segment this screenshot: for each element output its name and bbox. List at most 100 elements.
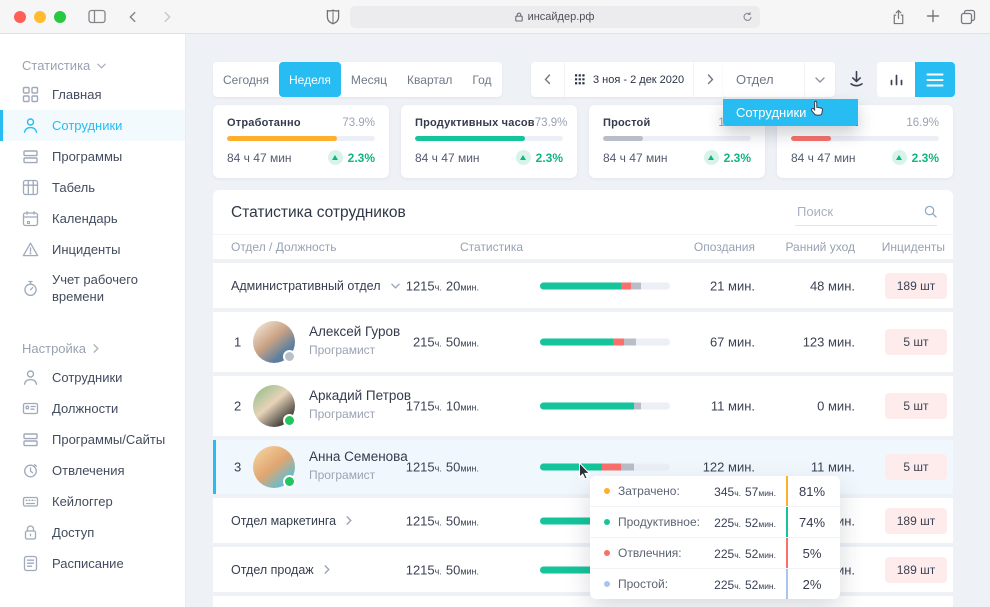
tabs-overview-icon[interactable] xyxy=(960,9,976,25)
sidebar-item-tabel[interactable]: Табель xyxy=(0,172,185,203)
tab-quarter[interactable]: Квартал xyxy=(397,62,462,97)
table-title: Статистика сотрудников xyxy=(231,204,406,222)
sidebar-item-programmy[interactable]: Программы xyxy=(0,141,185,172)
sidebar-item-kalendar[interactable]: Календарь xyxy=(0,203,185,234)
legend-dot xyxy=(604,550,610,556)
column-header: Ранний уход xyxy=(770,240,855,254)
kpi-time: 84 ч 47 мин xyxy=(415,151,480,165)
table-row-department[interactable]: Отдел маркетинга 1215ч.50мин. 21 мин. 48… xyxy=(213,498,953,543)
stat-bar[interactable] xyxy=(540,403,670,410)
tab-week[interactable]: Неделя xyxy=(279,62,341,97)
sidebar-item-dolzhnosti[interactable]: Должности xyxy=(0,393,185,424)
sidebar-item-raspisanie[interactable]: Расписание xyxy=(0,548,185,579)
maximize-window-button[interactable] xyxy=(54,11,66,23)
chevron-right-icon[interactable] xyxy=(346,516,352,525)
sidebar-item-sotrudniki[interactable]: Сотрудники xyxy=(0,110,185,141)
sidebar-item-glavnaya[interactable]: Главная xyxy=(0,79,185,110)
table-row-employee[interactable]: 1 Алексей Гуров Програмист 215ч.50мин. 6… xyxy=(213,312,953,372)
warning-icon xyxy=(22,241,39,258)
stat-time: 1215ч.20мин. xyxy=(363,278,479,293)
group-filter-dropdown[interactable]: Отдел xyxy=(723,62,835,97)
new-tab-icon[interactable] xyxy=(926,9,940,25)
column-header: Отдел / Должность xyxy=(231,240,336,254)
download-report-button[interactable] xyxy=(847,69,866,89)
back-icon[interactable] xyxy=(126,10,140,24)
incidents-badge: 5 шт xyxy=(885,329,947,355)
chart-view-button[interactable] xyxy=(877,62,915,97)
privacy-shield-icon[interactable] xyxy=(326,9,340,25)
browser-actions xyxy=(891,9,976,25)
close-window-button[interactable] xyxy=(14,11,26,23)
section-label: Настройка xyxy=(22,341,86,356)
stat-bar[interactable] xyxy=(540,282,670,289)
filter-option-employees[interactable]: Сотрудники xyxy=(723,99,858,126)
sidebar-item-intsidenty[interactable]: Инциденты xyxy=(0,234,185,265)
up-arrow-icon xyxy=(892,150,907,165)
sidebar-item-label: Учет рабочего времени xyxy=(52,272,166,306)
table-row-employee[interactable]: 2 Аркадий Петров Програмист 1715ч.10мин.… xyxy=(213,376,953,436)
reload-icon[interactable] xyxy=(742,11,753,23)
date-range-display[interactable]: 3 ноя - 2 дек 2020 xyxy=(565,62,693,97)
chevron-right-icon[interactable] xyxy=(324,565,330,574)
avatar xyxy=(253,385,295,427)
share-icon[interactable] xyxy=(891,9,906,25)
employee-stats-table: Статистика сотрудников Отдел / Должность… xyxy=(213,190,953,607)
sidebar-item-uchet-vremeni[interactable]: Учет рабочего времени xyxy=(0,265,185,313)
forward-icon[interactable] xyxy=(160,10,174,24)
tab-year[interactable]: Год xyxy=(462,62,501,97)
tooltip-row-idle: Простой: 225ч.52мин. 2% xyxy=(590,568,840,599)
sidebar-item-programmy-sayty[interactable]: Программы/Сайты xyxy=(0,424,185,455)
search-input[interactable] xyxy=(795,203,915,220)
up-arrow-icon xyxy=(328,150,343,165)
stat-bar[interactable] xyxy=(540,339,670,346)
table-row-department[interactable]: Административный отдел 1215ч.20мин. 21 м… xyxy=(213,263,953,308)
incidents-badge: 189 шт xyxy=(885,273,947,299)
sidebar-item-label: Сотрудники xyxy=(52,118,122,133)
stat-bar[interactable] xyxy=(540,464,670,471)
tab-today[interactable]: Сегодня xyxy=(213,62,279,97)
sidebar-item-dostup[interactable]: Доступ xyxy=(0,517,185,548)
search-icon[interactable] xyxy=(924,205,937,218)
list-view-button[interactable] xyxy=(915,62,955,97)
stat-time: 1215ч.50мин. xyxy=(363,460,479,475)
calendar-icon xyxy=(22,210,39,227)
sidebar-item-label: Расписание xyxy=(52,556,124,571)
sidebar-section-settings[interactable]: Настройка xyxy=(22,341,185,356)
lock-icon xyxy=(22,524,39,541)
tab-month[interactable]: Месяц xyxy=(341,62,397,97)
minimize-window-button[interactable] xyxy=(34,11,46,23)
avatar xyxy=(253,321,295,363)
browser-sidebar-icon[interactable] xyxy=(88,9,106,24)
kpi-title: Отработанно xyxy=(227,117,301,129)
sidebar-item-otvlecheniya[interactable]: Отвлечения xyxy=(0,455,185,486)
table-columns: Отдел / Должность Статистика Опоздания Р… xyxy=(213,234,953,259)
incidents-badge: 189 шт xyxy=(885,508,947,534)
kpi-delta: 2.3% xyxy=(516,150,563,165)
sidebar-item-settings-sotrudniki[interactable]: Сотрудники xyxy=(0,362,185,393)
up-arrow-icon xyxy=(516,150,531,165)
sidebar-item-label: Доступ xyxy=(52,525,94,540)
url-field[interactable]: инсайдер.рф xyxy=(350,6,760,28)
kpi-progress-bar xyxy=(603,136,751,141)
window-controls[interactable] xyxy=(14,11,66,23)
kpi-delta: 2.3% xyxy=(328,150,375,165)
early-leave-value: 123 мин. xyxy=(770,335,855,350)
table-row-employee-selected[interactable]: 3 Анна Семенова Програмист 1215ч.50мин. … xyxy=(213,440,953,494)
early-leave-value: 11 мин. xyxy=(770,460,855,475)
sidebar-item-keylogger[interactable]: Кейлоггер xyxy=(0,486,185,517)
column-header: Опоздания xyxy=(673,240,755,254)
table-row-department[interactable]: Отдел продаж 1215ч.50мин. 21 мин. 48 мин… xyxy=(213,547,953,592)
chevron-down-icon xyxy=(97,63,106,69)
kpi-percent: 73.9% xyxy=(535,117,568,129)
sidebar-item-label: Должности xyxy=(52,401,118,416)
sidebar-item-label: Табель xyxy=(52,180,95,195)
search-box xyxy=(795,203,937,226)
prev-period-button[interactable] xyxy=(531,62,565,97)
schedule-icon xyxy=(22,555,39,572)
table-row-department-partial[interactable]: 189 шт xyxy=(213,596,953,607)
calendar-grid-icon xyxy=(574,74,587,85)
incidents-badge: 189 шт xyxy=(885,557,947,583)
late-value: 21 мин. xyxy=(673,278,755,293)
table-header: Статистика сотрудников xyxy=(213,190,953,234)
sidebar-section-statistics[interactable]: Статистика xyxy=(22,58,185,73)
